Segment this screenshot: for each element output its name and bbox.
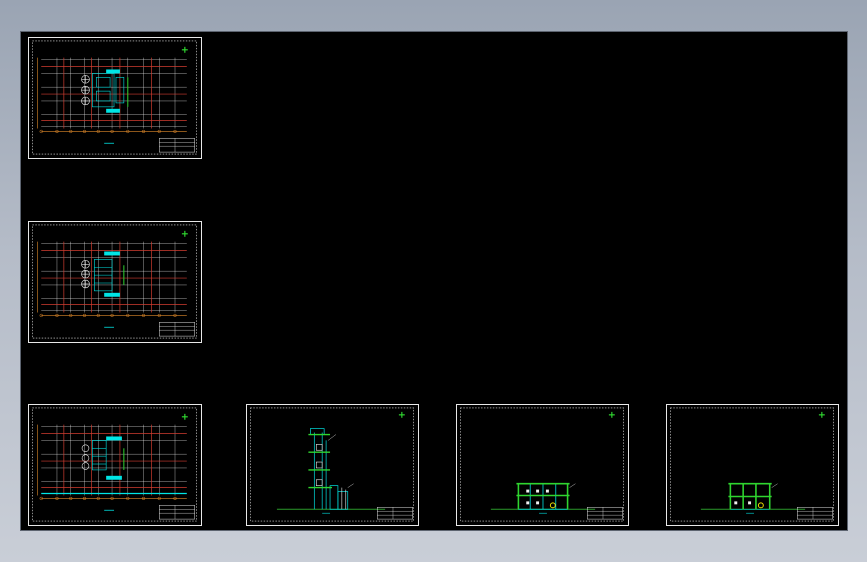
north-arrow-icon [181, 46, 188, 53]
layout-sheet-plan-3[interactable] [28, 404, 202, 526]
layout-sheet-plan-1[interactable] [28, 37, 202, 159]
layout-sheet-section-1[interactable] [246, 404, 419, 526]
north-arrow-icon [181, 230, 188, 237]
north-arrow-icon [398, 411, 405, 418]
north-arrow-icon [608, 411, 615, 418]
north-arrow-icon [818, 411, 825, 418]
north-arrow-icon [181, 413, 188, 420]
layout-sheet-plan-2[interactable] [28, 221, 202, 343]
layout-sheet-section-2[interactable] [456, 404, 629, 526]
layout-sheet-section-3[interactable] [666, 404, 839, 526]
drawing-viewport[interactable] [20, 31, 848, 531]
